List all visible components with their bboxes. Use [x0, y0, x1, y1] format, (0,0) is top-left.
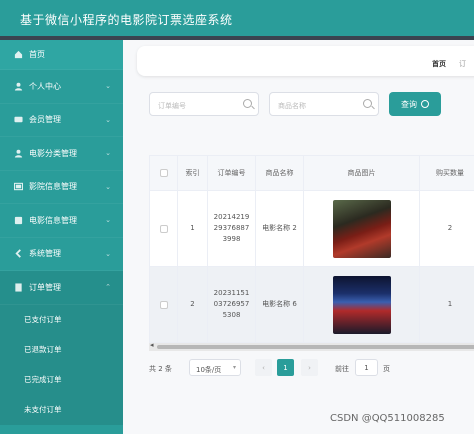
- order-number-input[interactable]: 订单编号: [149, 92, 259, 116]
- scroll-left-icon[interactable]: ◂: [150, 341, 154, 349]
- chevron-down-icon: ⌄: [105, 216, 111, 224]
- page-size-value: 10条/页: [196, 366, 222, 374]
- submenu-item-refunded[interactable]: 已退款订单: [0, 335, 123, 365]
- chevron-down-icon: ⌄: [105, 82, 111, 90]
- sidebar-item-label: 电影信息管理: [29, 215, 77, 225]
- cell-quantity: 1: [447, 300, 453, 308]
- movie-poster-image: [332, 199, 391, 258]
- order-icon: [15, 283, 22, 292]
- submenu-item-paid[interactable]: 已支付订单: [0, 305, 123, 335]
- chevron-down-icon: ⌄: [105, 249, 111, 258]
- header-product-image: 商品图片: [304, 156, 420, 190]
- sidebar-item-label: 影院信息管理: [29, 182, 77, 192]
- sidebar-item-orders[interactable]: 订单管理 ⌃: [0, 271, 123, 305]
- search-icon: [421, 100, 429, 108]
- header-order-number: 订单编号: [208, 156, 256, 190]
- cell-index: 1: [178, 191, 208, 266]
- sidebar-item-members[interactable]: 会员管理 ⌄: [0, 104, 123, 137]
- order-number-placeholder: 订单编号: [158, 102, 186, 110]
- cell-product-image: [304, 191, 420, 266]
- sidebar-item-label: 订单管理: [29, 282, 61, 292]
- sidebar-item-movie-info[interactable]: 电影信息管理 ⌄: [0, 204, 123, 238]
- search-button-label: 查询: [401, 99, 417, 109]
- home-icon: [14, 50, 23, 59]
- user-icon: [14, 149, 23, 158]
- breadcrumb: 首页 订: [137, 46, 474, 76]
- cinema-icon: [14, 183, 23, 191]
- chevron-down-icon: ⌄: [105, 115, 111, 124]
- table-row: 2 20231151 03726957 5308 电影名称 6 1: [150, 267, 474, 343]
- movie-poster-image: [332, 275, 391, 334]
- chevron-down-icon: ⌄: [105, 182, 111, 191]
- table-row: 1 20214219 29376887 3998 电影名称 2 2: [150, 191, 474, 267]
- page-number-current[interactable]: 1: [277, 359, 294, 376]
- search-button[interactable]: 查询: [389, 92, 441, 116]
- chevron-right-icon: ›: [308, 363, 311, 372]
- goto-page-input[interactable]: 1: [355, 359, 378, 376]
- horizontal-scrollbar[interactable]: ◂: [149, 341, 474, 351]
- sidebar-item-profile[interactable]: 个人中心 ⌄: [0, 70, 123, 104]
- film-icon: [14, 216, 23, 224]
- top-bar: 基于微信小程序的电影院订票选座系统: [0, 0, 474, 40]
- row-checkbox[interactable]: [159, 300, 168, 309]
- sidebar-item-label: 会员管理: [29, 115, 61, 125]
- sidebar-item-home[interactable]: 首页: [0, 40, 123, 70]
- header-checkbox-cell: [150, 156, 178, 190]
- orders-table: 索引 订单编号 商品名称 商品图片 购买数量 1 20214219 293768…: [149, 155, 474, 344]
- chevron-up-icon: ⌃: [105, 283, 111, 291]
- header-quantity: 购买数量: [436, 168, 464, 177]
- chevron-down-icon: ⌄: [105, 149, 111, 157]
- prev-page-button[interactable]: ‹: [255, 359, 272, 376]
- table-header: 索引 订单编号 商品名称 商品图片 购买数量: [150, 156, 474, 191]
- chevron-down-icon: ▾: [232, 364, 236, 371]
- card-icon: [14, 117, 23, 123]
- sidebar-item-label: 个人中心: [29, 81, 61, 91]
- product-name-input[interactable]: 商品名称: [269, 92, 379, 116]
- submenu-item-completed[interactable]: 已完成订单: [0, 365, 123, 395]
- product-name-placeholder: 商品名称: [278, 102, 306, 110]
- sidebar-item-label: 电影分类管理: [29, 148, 77, 158]
- total-count: 共 2 条: [149, 365, 172, 373]
- sidebar-item-cinema-info[interactable]: 影院信息管理 ⌄: [0, 171, 123, 204]
- goto-label: 前往: [335, 365, 349, 373]
- cell-index: 2: [178, 267, 208, 342]
- cell-product-image: [304, 267, 420, 342]
- goto-suffix: 页: [383, 365, 390, 373]
- chevron-left-icon: [15, 249, 21, 258]
- sidebar-item-label: 系统管理: [29, 249, 61, 259]
- main-content: 首页 订 订单编号 商品名称 查询 索引 订单编号 商品名称 商品图片 购买数量…: [123, 40, 474, 434]
- watermark: CSDN @QQ511008285: [330, 413, 445, 424]
- orders-submenu: 已支付订单 已退款订单 已完成订单 未支付订单: [0, 304, 123, 425]
- chevron-left-icon: ‹: [262, 363, 265, 372]
- next-page-button[interactable]: ›: [301, 359, 318, 376]
- cell-order-number: 20231151 03726957 5308: [208, 267, 256, 342]
- breadcrumb-home[interactable]: 首页: [432, 59, 446, 69]
- row-checkbox-cell: [150, 267, 178, 342]
- cell-product-name: 电影名称 6: [256, 267, 304, 342]
- sidebar-item-movie-category[interactable]: 电影分类管理 ⌄: [0, 137, 123, 171]
- user-icon: [14, 82, 23, 91]
- search-icon: [243, 99, 252, 108]
- header-product-name: 商品名称: [256, 156, 304, 190]
- cell-order-number: 20214219 29376887 3998: [208, 191, 256, 266]
- submenu-item-unpaid[interactable]: 未支付订单: [0, 395, 123, 425]
- header-index: 索引: [178, 156, 208, 190]
- app-title: 基于微信小程序的电影院订票选座系统: [20, 13, 233, 27]
- search-icon: [363, 99, 372, 108]
- breadcrumb-current: 订: [459, 60, 466, 68]
- scrollbar-thumb[interactable]: [157, 345, 474, 349]
- select-all-checkbox[interactable]: [159, 169, 168, 177]
- cell-quantity: 2: [447, 224, 453, 232]
- page-size-select[interactable]: 10条/页 ▾: [189, 359, 241, 376]
- row-checkbox-cell: [150, 191, 178, 266]
- row-checkbox[interactable]: [159, 224, 168, 233]
- sidebar-item-system[interactable]: 系统管理 ⌄: [0, 238, 123, 271]
- sidebar-item-label: 首页: [29, 50, 45, 59]
- sidebar: 首页 个人中心 ⌄ 会员管理 ⌄ 电影分类管理 ⌄ 影院信息管理 ⌄ 电影信息管…: [0, 40, 123, 434]
- cell-product-name: 电影名称 2: [256, 191, 304, 266]
